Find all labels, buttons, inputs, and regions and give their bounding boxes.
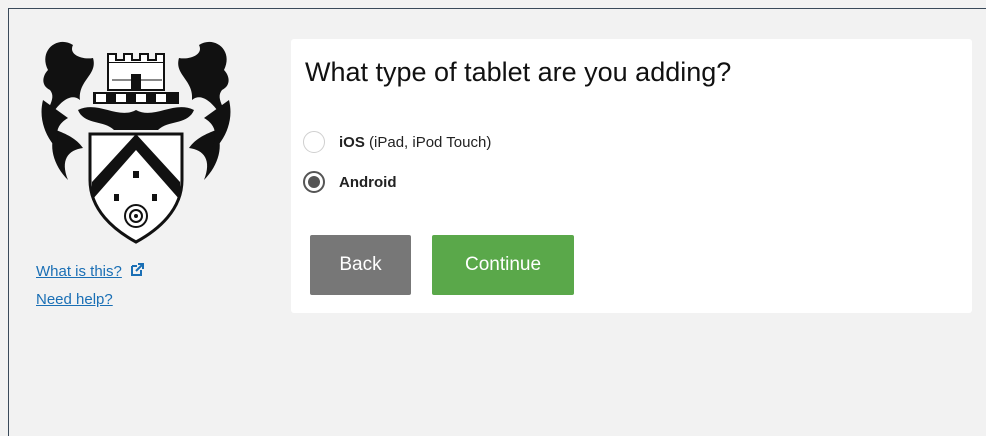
android-radio-button[interactable] [303,171,325,193]
external-link-icon[interactable] [130,263,145,277]
what-is-this-link[interactable]: What is this? [36,258,122,286]
back-button[interactable]: Back [310,235,411,295]
radio-option-ios[interactable]: iOS (iPad, iPod Touch) [303,131,491,153]
continue-button[interactable]: Continue [432,235,574,295]
ios-option-label[interactable]: iOS (iPad, iPod Touch) [339,134,491,151]
university-crest-icon [41,41,231,244]
ios-radio-button[interactable] [303,131,325,153]
sidebar-links: What is this? Need help? [36,258,145,314]
android-option-label[interactable]: Android [339,174,397,191]
tablet-type-panel: What type of tablet are you adding? iOS … [291,39,972,313]
page-title: What type of tablet are you adding? [305,57,732,87]
radio-option-android[interactable]: Android [303,171,397,193]
need-help-link[interactable]: Need help? [36,286,113,314]
